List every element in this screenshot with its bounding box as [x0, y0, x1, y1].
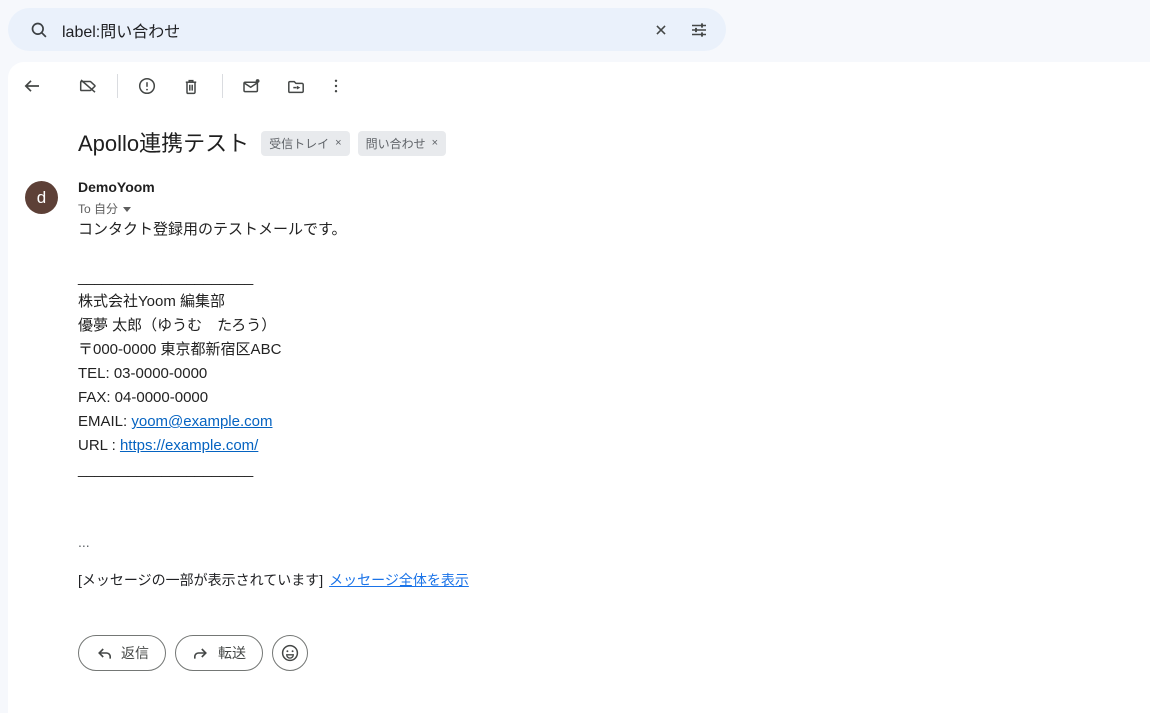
label-chip-inbox: 受信トレイ × [261, 130, 350, 156]
signature-url-line: URL : https://example.com/ [78, 434, 347, 458]
toolbar-divider [222, 74, 223, 98]
signature-line: 〒000-0000 東京都新宿区ABC [78, 341, 282, 358]
label-chip-inquiry: 問い合わせ × [357, 130, 447, 156]
mark-unread-button[interactable] [231, 66, 271, 106]
truncation-notice-text: [メッセージの一部が表示されています] [78, 572, 324, 588]
forward-button[interactable]: 転送 [175, 635, 263, 671]
url-label: URL : [78, 437, 120, 454]
search-icon[interactable] [22, 13, 56, 47]
signature-email-line: EMAIL: yoom@example.com [78, 410, 347, 434]
signature-line: FAX: 04-0000-0000 [78, 389, 209, 406]
reply-icon [95, 644, 113, 662]
remove-label-x-icon[interactable]: × [335, 137, 341, 149]
toolbar-divider [117, 74, 118, 98]
sender-name: DemoYoom [78, 179, 155, 195]
action-buttons: 返信 転送 [78, 635, 308, 671]
remove-label-button[interactable] [68, 66, 108, 106]
trimmed-content-ellipsis: ... [78, 534, 90, 550]
emoji-button[interactable] [272, 635, 308, 671]
reply-button[interactable]: 返信 [78, 635, 166, 671]
label-chips: 受信トレイ × 問い合わせ × [261, 130, 447, 156]
remove-label-x-icon[interactable]: × [432, 137, 438, 149]
move-to-button[interactable] [276, 66, 316, 106]
label-chip-text: 問い合わせ [365, 136, 426, 151]
signature-separator: _____________________ [78, 269, 254, 286]
forward-label: 転送 [218, 645, 246, 661]
emoji-smiley-icon [280, 643, 300, 663]
gmail-window: Apollo連携テスト 受信トレイ × 問い合わせ × d DemoYoom T… [0, 0, 1150, 713]
show-full-message-link[interactable]: メッセージ全体を表示 [329, 572, 469, 588]
signature-line: TEL: 03-0000-0000 [78, 365, 208, 382]
signature-line: 株式会社Yoom 編集部 [78, 293, 225, 310]
delete-button[interactable] [171, 66, 211, 106]
search-input[interactable] [62, 20, 642, 39]
more-options-button[interactable] [316, 66, 356, 106]
reply-label: 返信 [121, 645, 149, 661]
subject-row: Apollo連携テスト 受信トレイ × 問い合わせ × [78, 126, 447, 158]
signature-line: 優夢 太郎（ゆうむ たろう） [78, 317, 277, 334]
label-chip-text: 受信トレイ [269, 136, 330, 151]
search-options-button[interactable] [680, 11, 718, 49]
signature-separator: _____________________ [78, 461, 254, 478]
truncation-notice: [メッセージの一部が表示されています] メッセージ全体を表示 [78, 570, 469, 590]
avatar[interactable]: d [25, 181, 58, 214]
body-intro: コンタクト登録用のテストメールです。 [78, 221, 347, 238]
recipient-text: To 自分 [78, 202, 119, 216]
clear-search-button[interactable] [642, 11, 680, 49]
email-body: コンタクト登録用のテストメールです。 _____________________… [78, 218, 347, 554]
email-view: Apollo連携テスト 受信トレイ × 問い合わせ × d DemoYoom T… [8, 62, 1150, 713]
url-link[interactable]: https://example.com/ [120, 437, 258, 454]
email-link[interactable]: yoom@example.com [131, 413, 272, 430]
report-spam-button[interactable] [127, 66, 167, 106]
email-label: EMAIL: [78, 413, 132, 430]
back-button[interactable] [12, 66, 52, 106]
email-subject: Apollo連携テスト [78, 131, 250, 156]
chevron-down-icon [123, 206, 132, 212]
forward-icon [192, 644, 210, 662]
recipient-dropdown[interactable]: To 自分 [78, 200, 132, 217]
search-bar [8, 8, 726, 51]
